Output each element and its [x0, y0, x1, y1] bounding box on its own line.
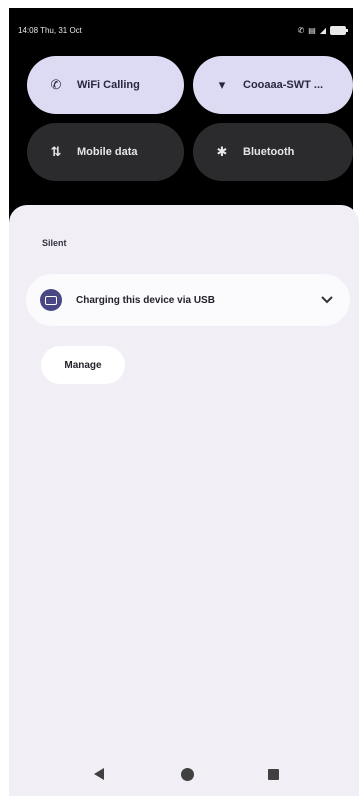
tile-label: Mobile data	[77, 146, 138, 158]
status-time-date: 14:08 Thu, 31 Oct	[18, 25, 82, 35]
notification-text: Charging this device via USB	[76, 294, 215, 306]
wifi-icon: ▾	[218, 77, 226, 92]
signal-icon: ◢	[319, 25, 326, 35]
wifi-calling-icon: ✆	[50, 77, 62, 92]
chevron-down-icon[interactable]	[312, 285, 342, 315]
navigation-bar	[0, 750, 359, 796]
bluetooth-icon: ✱	[216, 144, 228, 159]
notification-usb-charging[interactable]: Charging this device via USB	[26, 274, 350, 326]
tile-label: Cooaaa-SWT ...	[243, 79, 324, 91]
tile-wifi-calling[interactable]: ✆ WiFi Calling	[27, 56, 184, 114]
mobile-data-icon: ⇅	[50, 144, 62, 159]
section-label-silent: Silent	[42, 238, 67, 248]
home-icon[interactable]	[181, 768, 194, 781]
screen: 14:08 Thu, 31 Oct ✆ ▤ ◢ ✆ WiFi Calling ▾…	[0, 0, 359, 796]
back-icon[interactable]	[94, 768, 104, 780]
tile-wifi[interactable]: ▾ Cooaaa-SWT ...	[193, 56, 353, 114]
status-bar: 14:08 Thu, 31 Oct ✆ ▤ ◢	[18, 22, 348, 38]
battery-icon	[330, 25, 348, 35]
tile-label: WiFi Calling	[77, 79, 140, 91]
nfc-icon: ▤	[308, 25, 316, 35]
recents-icon[interactable]	[268, 769, 279, 780]
vowifi-icon: ✆	[297, 25, 305, 35]
tile-label: Bluetooth	[243, 146, 295, 158]
tile-mobile-data[interactable]: ⇅ Mobile data	[27, 123, 184, 181]
manage-button[interactable]: Manage	[41, 346, 125, 384]
tile-bluetooth[interactable]: ✱ Bluetooth	[193, 123, 353, 181]
status-icons: ✆ ▤ ◢	[297, 25, 348, 35]
usb-icon	[40, 289, 62, 311]
